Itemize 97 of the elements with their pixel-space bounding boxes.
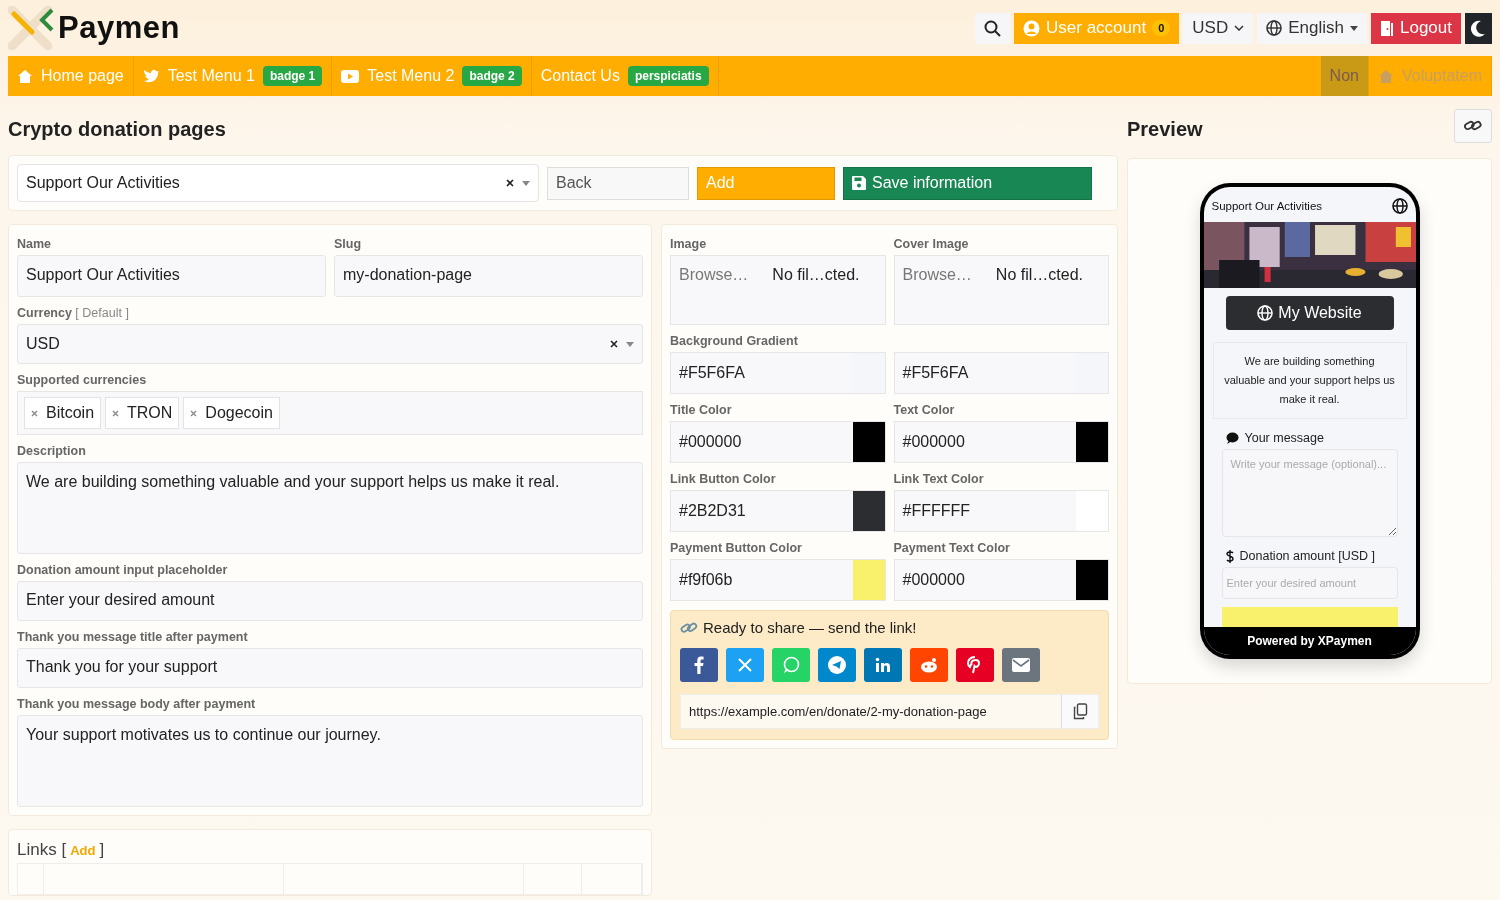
globe-icon (1257, 305, 1274, 321)
language-dropdown[interactable]: English (1257, 12, 1367, 44)
field-label: Link Text Color (893, 472, 985, 486)
field-label: Thank you message body after payment (17, 697, 257, 711)
bird-icon (142, 69, 160, 83)
logout-button[interactable]: Logout (1371, 12, 1461, 44)
count-badge: 0 (1152, 20, 1171, 36)
chevron-icon (1234, 25, 1245, 31)
envelope-icon (1012, 658, 1030, 672)
remove-icon[interactable] (190, 409, 198, 417)
currency-dropdown[interactable]: USD (1183, 12, 1254, 44)
currency-tag: Bitcoin (24, 397, 102, 429)
back-button[interactable]: Back (547, 166, 689, 200)
share-title: Ready to share — send the link! (703, 619, 917, 636)
moon-icon (1471, 19, 1486, 37)
link-icon (680, 620, 698, 635)
field-label: Background Gradient (670, 334, 799, 348)
paper-plane-icon (828, 656, 846, 674)
input-field[interactable]: Enter your desired amount (17, 581, 643, 621)
caret-icon (1350, 25, 1358, 31)
message-label: Your message (1244, 431, 1324, 445)
input-field[interactable]: Thank you for your support (17, 648, 643, 688)
caret-icon (626, 341, 634, 347)
field-label: Donation amount input placeholder (17, 563, 229, 577)
field-label: Thank you message title after payment (17, 630, 249, 644)
share-button[interactable] (910, 648, 948, 682)
field-label: Supported currencies (17, 373, 148, 387)
globe-icon (1266, 20, 1283, 36)
home-icon (1377, 68, 1394, 84)
link-icon (1464, 119, 1482, 132)
share-button[interactable] (1002, 648, 1040, 682)
field-label: Name (17, 237, 53, 251)
website-button[interactable]: My Website (1225, 296, 1394, 330)
nav-badge: perspiciatis (627, 66, 709, 86)
field-label: Link Button Color (670, 472, 777, 486)
door-icon (1380, 19, 1394, 37)
theme-toggle[interactable] (1465, 12, 1492, 44)
nav-badge: badge 2 (462, 66, 522, 86)
logo-text: Paymen (58, 10, 180, 46)
save-button[interactable]: Save information (843, 166, 1092, 200)
phone-footer: Powered by XPaymen (1203, 627, 1416, 655)
chat-bubble-icon (782, 656, 800, 674)
pin-icon (967, 656, 983, 674)
nav-badge: badge 1 (262, 66, 323, 86)
caret-icon (522, 180, 530, 186)
currency-select[interactable]: USD (17, 324, 643, 364)
input-field[interactable]: Support Our Activities (17, 255, 326, 297)
clear-icon (506, 179, 514, 187)
link-button[interactable] (1454, 108, 1492, 143)
logo-icon (8, 6, 56, 50)
amount-field[interactable]: Enter your desired amount (1221, 567, 1398, 599)
field-label: Description (17, 444, 87, 458)
field-label: Title Color (670, 403, 733, 417)
field-label: Cover Image (893, 237, 970, 251)
user-account-button[interactable]: User account 0 (1014, 12, 1180, 44)
input-field[interactable]: my-donation-page (334, 255, 643, 297)
dollar-icon (1225, 549, 1234, 563)
speech-bubble-icon (1225, 432, 1239, 444)
page-select[interactable]: Support Our Activities (17, 164, 539, 202)
cross-icon (737, 657, 753, 673)
amount-label: Donation amount [USD ] (1239, 549, 1375, 563)
field-label: Payment Button Color (670, 541, 803, 555)
message-field[interactable]: Write your message (optional)... (1221, 449, 1398, 537)
linkedin-icon (875, 657, 891, 673)
remove-icon[interactable] (112, 409, 120, 417)
field-label: Payment Text Color (893, 541, 1011, 555)
field-label: Currency [ Default ] (17, 306, 130, 320)
remove-icon[interactable] (31, 409, 38, 417)
field-label: Slug (334, 237, 363, 251)
preview-page-title: Support Our Activities (1211, 200, 1323, 212)
field-label: Image (670, 237, 708, 251)
currency-tag: Dogecoin (183, 397, 280, 429)
facebook-icon (694, 656, 704, 674)
links-title: Links [ (17, 840, 67, 860)
preview-title: Preview (1127, 117, 1203, 142)
clear-icon (610, 340, 618, 348)
preview-description: We are building something valuable and your support helps us make it real. (1212, 342, 1407, 419)
search-button[interactable] (975, 12, 1011, 44)
video-icon (341, 69, 360, 83)
field-label: Text Color (893, 403, 956, 417)
share-button[interactable] (680, 648, 718, 682)
file-input[interactable]: Browse… No fil…cted. (893, 255, 1109, 325)
share-button[interactable] (818, 648, 856, 682)
globe-icon (1391, 198, 1408, 214)
file-input[interactable]: Browse… No fil…cted. (670, 255, 886, 325)
user-icon (1023, 19, 1041, 37)
currency-tag: TRON (105, 397, 180, 429)
page-title: Crypto donation pages (8, 117, 227, 142)
home-icon (17, 68, 33, 84)
share-button[interactable] (956, 648, 994, 682)
description-field[interactable]: We are building something valuable and your support helps us make it real. (17, 462, 643, 554)
share-button[interactable] (864, 648, 902, 682)
message-field[interactable]: Your support motivates us to continue our journey. (17, 715, 643, 807)
search-icon (984, 19, 1002, 37)
alien-icon (919, 657, 939, 673)
currencies-field[interactable]: Bitcoin TRON Dogecoin (17, 391, 643, 435)
bracket-text: ] (99, 840, 105, 860)
